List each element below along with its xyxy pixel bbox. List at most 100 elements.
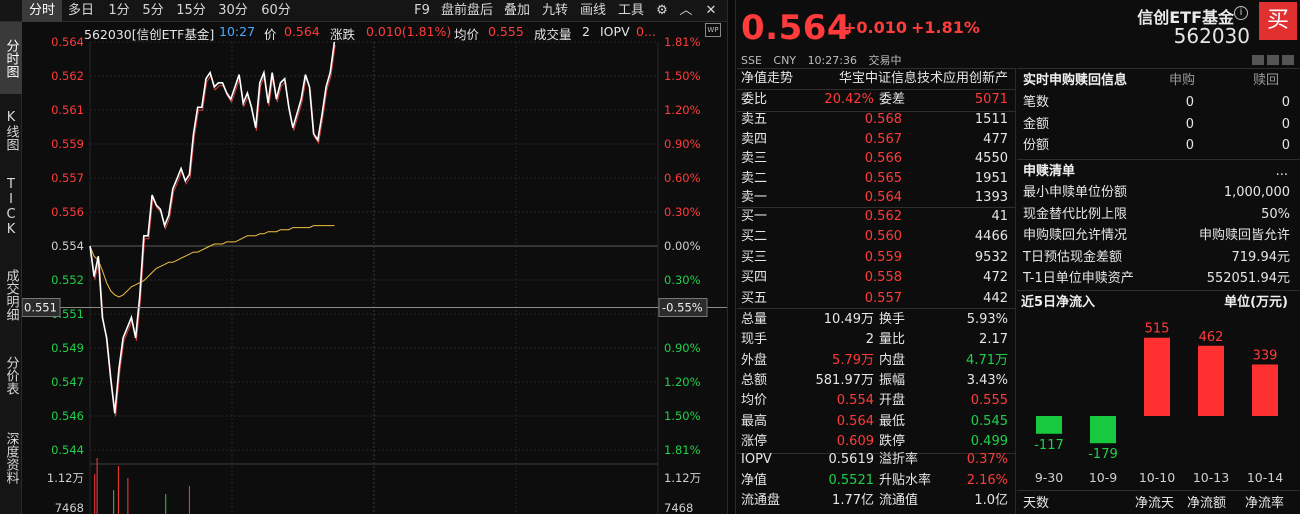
y-tick-right: 1.20%	[664, 103, 701, 117]
tab-30min[interactable]: 30分	[214, 0, 252, 22]
y-tick-left: 0.552	[51, 273, 84, 287]
weibi-row: 委比 20.42% 委差 5071	[737, 90, 1016, 110]
ask-row[interactable]: 卖二 0.565 1951	[737, 169, 1016, 189]
quote-meta: SSE CNY 10:27:36 交易中	[741, 52, 909, 68]
y-tick-right: 0.90%	[664, 341, 701, 355]
y-tick-right: 0.30%	[664, 273, 701, 287]
stat-row: IOPV 0.5619 溢折率 0.37%	[737, 450, 1016, 470]
stat-value: 1.77亿	[832, 493, 874, 508]
nav-trend-label[interactable]: 净值走势	[741, 69, 793, 89]
y-tick-left: 0.547	[51, 375, 84, 389]
stat-value: 2	[865, 332, 874, 348]
nav-trend-row[interactable]: 净值走势 华宝中证信息技术应用创新产	[737, 69, 1016, 89]
ask-price: 0.568	[864, 112, 902, 127]
ask-row[interactable]: 卖五 0.568 1511	[737, 110, 1016, 130]
ask-volume: 1951	[974, 170, 1008, 186]
stat-label: 开盘	[879, 393, 906, 409]
ask-volume: 1393	[974, 190, 1008, 206]
list-row: T日预估现金差额 719.94元	[1017, 247, 1300, 268]
col-subscribe: 申购	[1169, 73, 1196, 88]
link-icon[interactable]	[1267, 55, 1279, 65]
bid-row[interactable]: 买二 0.560 4466	[737, 227, 1016, 247]
more-icon[interactable]: ...	[1276, 161, 1288, 182]
col-redeem: 赎回	[1253, 73, 1280, 88]
stat-label: 净值	[741, 472, 768, 488]
info-icon[interactable]: i	[1234, 6, 1248, 20]
nine-turn-button[interactable]: 九转	[538, 0, 572, 22]
bid-row[interactable]: 买一 0.562 41	[737, 207, 1016, 227]
list-row: 现金替代比例上限 50%	[1017, 204, 1300, 225]
close-icon[interactable]: ✕	[700, 0, 722, 22]
stat-label: 换手	[879, 312, 906, 327]
bid-row[interactable]: 买三 0.559 9532	[737, 248, 1016, 268]
redeem-row: 份额 0 0	[1017, 135, 1300, 156]
stat-label: 振幅	[879, 372, 906, 388]
period-toolbar: 分时 多日 1分 5分 15分 30分 60分 F9 盘前盘后 叠加 九转 画线…	[0, 0, 727, 22]
f9-button[interactable]: F9	[410, 0, 434, 22]
flow-date-label: 10-10	[1139, 470, 1175, 485]
stat-label: 跌停	[879, 433, 906, 449]
ask-volume: 1511	[974, 112, 1008, 127]
tab-5min[interactable]: 5分	[138, 0, 168, 22]
tab-multi-day[interactable]: 多日	[62, 0, 100, 22]
draw-line-button[interactable]: 画线	[576, 0, 610, 22]
crosshair-left-tag: 0.551	[22, 298, 61, 317]
flow-bar	[1252, 364, 1278, 416]
vtab-trade-detail[interactable]: 成交明细	[0, 256, 22, 334]
list-value: 719.94元	[1231, 249, 1291, 265]
tab-1min[interactable]: 1分	[104, 0, 134, 22]
tab-60min[interactable]: 60分	[256, 0, 296, 22]
tools-button[interactable]: 工具	[614, 0, 648, 22]
weicha-value: 5071	[974, 92, 1008, 107]
pre-post-market-button[interactable]: 盘前盘后	[438, 0, 496, 22]
ask-row[interactable]: 卖三 0.566 4550	[737, 149, 1016, 169]
chevron-up-icon[interactable]: ︿	[676, 0, 696, 22]
ask-row[interactable]: 卖四 0.567 477	[737, 130, 1016, 150]
edit-icon[interactable]	[1252, 55, 1264, 65]
vtab-price-table[interactable]: 分价表	[0, 344, 22, 406]
avg-price-line	[89, 225, 335, 298]
overlay-button[interactable]: 叠加	[500, 0, 534, 22]
vtab-tick[interactable]: TICK	[0, 168, 22, 246]
y-tick-left: 0.557	[51, 171, 84, 185]
bid-volume: 4466	[974, 229, 1008, 245]
subscribe-value: 0	[1185, 116, 1194, 132]
flow-unit: 单位(万元)	[1224, 295, 1288, 310]
list-label: 最小申赎单位份额	[1023, 185, 1128, 200]
y-tick-left: 0.544	[51, 443, 84, 457]
quote-time: 10:27:36	[807, 54, 857, 67]
list-header: 申赎清单 ...	[1017, 161, 1300, 182]
intraday-chart[interactable]: 0.564 0.562 0.561 0.559 0.557 0.556 0.554 0.552…	[22, 22, 727, 514]
side-panel: -117 9-30 -179 10-9 515 10-10 462 10-13 339 10-14…	[1017, 68, 1300, 514]
chart-iopv: 0...	[636, 24, 656, 39]
stat-label: 现手	[741, 332, 768, 348]
redeem-value: 0	[1281, 138, 1290, 153]
ask-label: 卖五	[741, 112, 768, 127]
chart-canvas[interactable]: 0.564 0.562 0.561 0.559 0.557 0.556 0.554 0.552…	[22, 22, 727, 514]
y-tick-left: 0.554	[51, 239, 84, 253]
stat-value: 0.5521	[828, 472, 875, 488]
vtab-depth-data[interactable]: 深度资料	[0, 418, 22, 498]
expand-icon[interactable]	[1282, 55, 1294, 65]
list-value: 552051.94元	[1206, 271, 1290, 287]
list-value: 50%	[1261, 206, 1290, 222]
bid-label: 买二	[741, 229, 768, 245]
ask-price: 0.566	[864, 151, 902, 167]
flow-bar-label: 515	[1145, 322, 1170, 337]
tab-intraday[interactable]: 分时	[22, 0, 62, 22]
bid-row[interactable]: 买五 0.557 442	[737, 289, 1016, 309]
flow-bar-label: -117	[1034, 438, 1064, 453]
bid-price: 0.562	[864, 209, 902, 224]
chart-time: 10:27	[219, 24, 256, 39]
wp-icon[interactable]: WP	[705, 23, 721, 37]
tab-15min[interactable]: 15分	[172, 0, 210, 22]
panel-divider[interactable]	[727, 0, 736, 514]
vtab-k-line[interactable]: K线图	[0, 98, 22, 162]
bid-row[interactable]: 买四 0.558 472	[737, 268, 1016, 288]
ask-row[interactable]: 卖一 0.564 1393	[737, 188, 1016, 208]
flow-bar	[1198, 345, 1224, 416]
bid-volume: 442	[983, 290, 1008, 306]
vtab-intraday-chart[interactable]: 分时图	[0, 22, 22, 94]
buy-button[interactable]: 买	[1259, 2, 1297, 40]
gear-icon[interactable]: ⚙	[652, 0, 672, 22]
